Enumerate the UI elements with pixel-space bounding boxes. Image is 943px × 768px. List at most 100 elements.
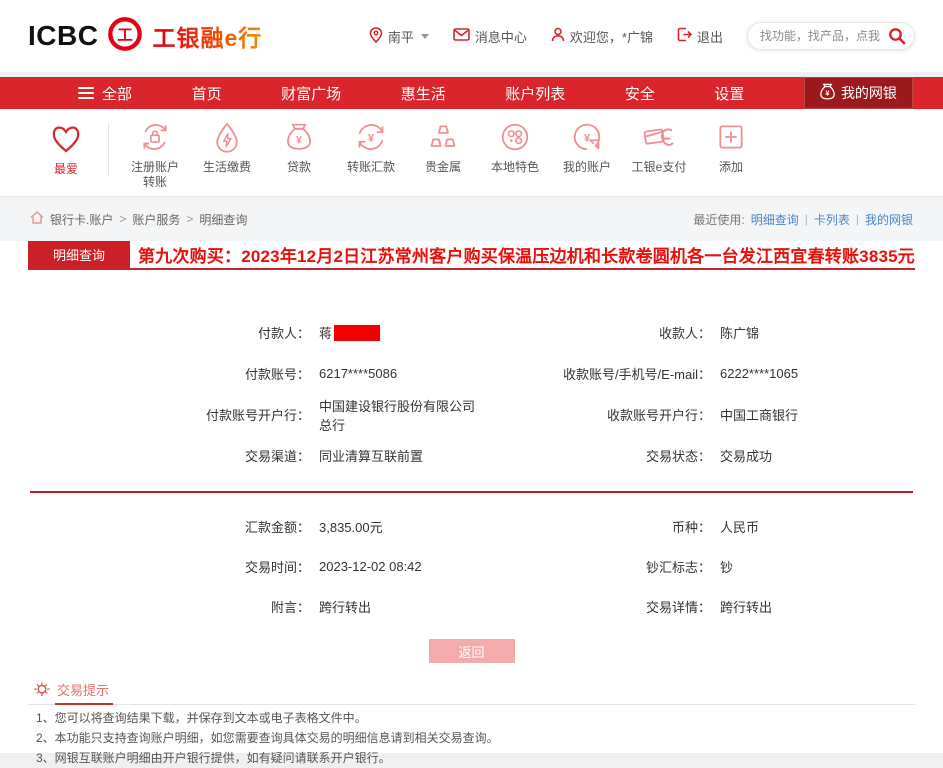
quick-utility-payment[interactable]: 生活缴费 [191,119,263,175]
money-bag-icon: ¥ [820,83,835,103]
welcome-user[interactable]: 欢迎您，*广锦 [551,27,653,46]
nav-all-menu[interactable]: 全部 [78,83,132,104]
breadcrumb: 银行卡.账户 > 账户服务 > 明细查询 [30,210,248,228]
transfer-remit-icon: ¥ [353,119,389,155]
main-content: 明细查询 第九次购买：2023年12月2日江苏常州客户购买保温压边机和长款卷圆机… [0,241,943,765]
top-header: ICBC 工 工银融e行 南平 消息中心 欢迎您，*广锦 退出 找功能，找产品，… [0,0,943,72]
breadcrumb-item-account-service[interactable]: 账户服务 [132,211,180,228]
payee-bank: 中国工商银行 [720,408,799,423]
brand-name-cn: 工银融e行 [152,19,262,53]
quick-favorite[interactable]: 最爱 [30,119,102,177]
field-time: 交易时间： 2023-12-02 08:42 [244,558,422,575]
svg-text:工: 工 [118,27,134,44]
icbc-wordmark: ICBC [28,20,99,51]
quick-local-feature[interactable]: 本地特色 [479,119,551,175]
svg-text:¥: ¥ [584,133,591,145]
field-payer-account: 付款账号： 6217****5086 [244,366,398,382]
field-payee: 收款人： 陈广锦 [478,312,915,353]
nav-my-ebank[interactable]: ¥ 我的网银 [803,77,913,109]
svg-text:¥: ¥ [296,135,302,147]
logo: ICBC 工 工银融e行 [28,15,262,58]
nav-life[interactable]: 惠生活 [401,83,446,104]
redacted-name-block [334,325,381,341]
recent-link-card-list[interactable]: 卡列表 [814,211,850,228]
message-center-label: 消息中心 [474,29,527,45]
nav-account-list[interactable]: 账户列表 [505,83,565,104]
quick-precious-metal[interactable]: 贵金属 [407,119,479,175]
heart-icon [47,119,85,157]
tip-2: 2、本功能只支持查询账户明细，如您需要查询具体交易的明细信息请到相关交易查询。 [36,731,499,745]
nav-settings[interactable]: 设置 [714,83,744,104]
section-divider [30,491,913,493]
field-payee-bank: 收款账号开户行： 中国工商银行 [478,394,915,435]
transaction-detail: 跨行转出 [720,599,773,615]
quick-access-row: 最爱 注册账户转账 生活缴费 ¥ 贷款 ¥ 转账汇款 贵金属 本地特色 ¥ 我的… [0,109,943,197]
hamburger-icon [78,84,94,102]
back-button[interactable]: 返回 [428,639,515,663]
nav-home[interactable]: 首页 [192,83,222,104]
search-icon[interactable] [888,27,906,50]
payer-bank: 中国建设银行股份有限公司总行 [319,398,476,433]
quick-loan[interactable]: ¥ 贷款 [263,119,335,175]
payer-account: 6217****5086 [319,366,398,381]
breadcrumb-item-detail-query: 明细查询 [199,212,248,227]
field-payer: 付款人： 蒋 [28,312,478,353]
recent-link-my-ebank[interactable]: 我的网银 [865,211,913,228]
add-icon [713,119,749,155]
nav-wealth-plaza[interactable]: 财富广场 [281,83,341,104]
field-cash-flag: 钞汇标志： 钞 [478,546,915,586]
field-payer-bank: 付款账号开户行： 中国建设银行股份有限公司总行 [28,394,478,435]
tip-1: 1、您可以将查询结果下载，并保存到文本或电子表格文件中。 [36,711,367,725]
payee-name: 陈广锦 [720,326,760,341]
tips-title: 交易提示 [55,680,114,705]
location-pin-icon [369,26,383,46]
divider [108,123,109,175]
field-amount: 汇款金额： 3,835.00元 [28,506,478,546]
transaction-detail-grid-1: 付款人： 蒋 收款人： 陈广锦 付款账号： 6217****5086 收款账号/… [28,312,915,476]
transaction-time: 2023-12-02 08:42 [319,558,422,574]
logout-button[interactable]: 退出 [677,27,723,46]
breadcrumb-item-accounts[interactable]: 银行卡.账户 [50,211,113,228]
nav-security[interactable]: 安全 [625,83,655,104]
home-icon[interactable] [30,210,44,227]
quick-favorite-label: 最爱 [53,162,78,176]
recent-used-label: 最近使用: [693,212,745,227]
lightbulb-icon [34,682,50,704]
field-status: 交易状态： 交易成功 [478,435,915,476]
nav-all-label: 全部 [102,85,133,103]
remit-amount: 3,835.00元 [319,519,383,535]
quick-add[interactable]: 添加 [695,119,767,175]
recent-link-detail-query[interactable]: 明细查询 [751,211,799,228]
search-box [747,22,915,50]
utility-payment-icon [209,119,245,155]
location-label: 南平 [387,29,414,45]
breadcrumb-band: 银行卡.账户 > 账户服务 > 明细查询 最近使用: 明细查询 | 卡列表 | … [0,197,943,241]
quick-registered-transfer[interactable]: 注册账户转账 [119,119,191,190]
svg-text:¥: ¥ [368,133,375,145]
transaction-status: 交易成功 [720,449,773,464]
epay-icon [641,119,677,155]
loan-icon: ¥ [281,119,317,155]
svg-text:¥: ¥ [825,89,830,98]
tab-detail-query[interactable]: 明细查询 [28,241,130,268]
nav-my-ebank-label: 我的网银 [840,85,897,101]
field-currency: 币种： 人民币 [478,506,915,546]
location-selector[interactable]: 南平 [369,26,429,46]
quick-my-account[interactable]: ¥ 我的账户 [551,119,623,175]
quick-epay[interactable]: 工银e支付 [623,119,695,175]
field-channel: 交易渠道： 同业清算互联前置 [28,435,478,476]
panel-header: 明细查询 第九次购买：2023年12月2日江苏常州客户购买保温压边机和长款卷圆机… [28,241,915,270]
envelope-icon [453,28,470,44]
purchase-notice-banner: 第九次购买：2023年12月2日江苏常州客户购买保温压边机和长款卷圆机各一台发江… [138,247,915,266]
currency: 人民币 [720,519,760,535]
recent-used: 最近使用: 明细查询 | 卡列表 | 我的网银 [693,211,913,228]
payer-name: 蒋 [319,326,333,341]
registered-transfer-icon [137,119,173,155]
quick-transfer-remit[interactable]: ¥ 转账汇款 [335,119,407,175]
logout-icon [677,27,693,45]
chevron-down-icon [420,33,429,39]
message-center-link[interactable]: 消息中心 [453,27,527,46]
transaction-tips: 交易提示 1、您可以将查询结果下载，并保存到文本或电子表格文件中。 2、本功能只… [28,680,915,765]
field-payee-account: 收款账号/手机号/E-mail： 6222****1065 [562,366,799,382]
icbc-emblem-icon: 工 [106,15,144,58]
